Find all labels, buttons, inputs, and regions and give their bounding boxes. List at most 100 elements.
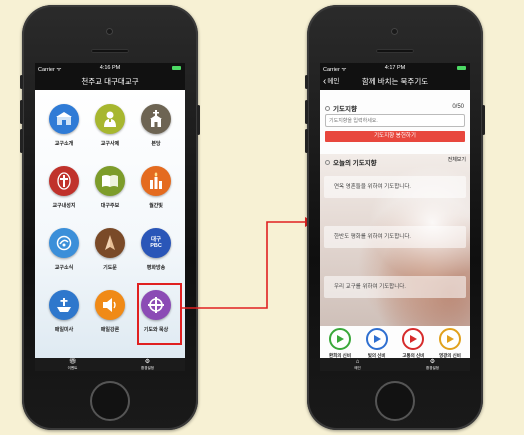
connector-arrow (182, 217, 314, 309)
app-header: ‹ 메인 함께 바치는 묵주기도 (320, 73, 470, 90)
menu-label: 본당 (151, 141, 161, 147)
sorrowful-mysteries-button[interactable]: 고통의 신비 (395, 328, 431, 359)
speaker-icon (95, 290, 125, 320)
menu-label: 교구사제 (100, 141, 120, 147)
menu-item-peace-broadcast[interactable]: 대구 PBC 평화방송 (133, 224, 179, 286)
broadcast-icon: 대구 PBC (141, 228, 171, 258)
broadcast-logo-text: 대구 PBC (150, 237, 162, 249)
gift-icon: 🎁︎ (68, 358, 77, 365)
today-title-text: 오늘의 기도지향 (333, 160, 377, 167)
right-screen: Carrier ᯤ 4:17 PM ‹ 메인 함께 바치는 묵주기도 기도지향 … (320, 63, 470, 371)
front-camera (106, 28, 113, 35)
tab-main[interactable]: ⌂ 메인 (320, 358, 395, 371)
menu-label: 평화방송 (146, 265, 166, 271)
back-button[interactable]: ‹ 메인 (323, 73, 339, 90)
battery-icon (457, 66, 466, 70)
menu-label: 매일강론 (100, 327, 120, 333)
volume-up-button (305, 100, 308, 124)
menu-label: 교구소개 (54, 141, 74, 147)
intention-item[interactable]: 우리 교구를 위하여 기도합니다. (324, 276, 466, 298)
power-button (482, 105, 485, 135)
menu-item-parish[interactable]: 본당 (133, 100, 179, 162)
volume-up-button (20, 100, 23, 124)
clock: 4:16 PM (99, 65, 121, 71)
menu-item-priests[interactable]: 교구사제 (87, 100, 133, 162)
highlight-box (137, 283, 182, 345)
status-bar: Carrier ᯤ 4:16 PM (35, 63, 185, 73)
menu-label: 월간빛 (149, 203, 163, 209)
priest-icon (95, 104, 125, 134)
mute-switch (20, 75, 23, 89)
menu-item-daily-mass[interactable]: 매일미사 (41, 286, 87, 348)
chevron-left-icon: ‹ (323, 76, 327, 87)
today-section-title: 오늘의 기도지향 (325, 157, 377, 167)
volume-down-button (305, 129, 308, 153)
tab-label: 이벤트 (67, 365, 78, 370)
mass-icon (49, 290, 79, 320)
app-title: 천주교 대구대교구 (81, 77, 139, 86)
home-icon: ⌂ (355, 358, 360, 365)
back-label: 메인 (327, 78, 340, 85)
menu-item-monthly-light[interactable]: 월간빛 (133, 162, 179, 224)
page-title: 함께 바치는 묵주기도 (361, 77, 429, 86)
menu-label: 교구내성지 (52, 203, 76, 209)
candles-icon (141, 166, 171, 196)
tab-bar: ⌂ 메인 ⚙ 환경설정 (320, 358, 470, 371)
cross-shrine-icon (49, 166, 79, 196)
menu-item-shrines[interactable]: 교구내성지 (41, 162, 87, 224)
glorious-mysteries-button[interactable]: 영광의 신비 (432, 328, 468, 359)
earpiece-speaker (376, 49, 414, 53)
play-icon (329, 328, 351, 350)
news-icon (49, 228, 79, 258)
mute-switch (305, 75, 308, 89)
volume-down-button (20, 129, 23, 153)
menu-label: 기도문 (103, 265, 117, 271)
menu-label: 교구소식 (54, 265, 74, 271)
menu-item-diocese-news[interactable]: 교구소식 (41, 224, 87, 286)
play-icon (365, 328, 388, 350)
intent-section-title: 기도지향 (325, 103, 357, 113)
chapel-icon (141, 104, 171, 134)
rosary-body: 기도지향 0/50 기도지향 봉헌하기 오늘의 기도지향 전체보기 연옥 영혼들… (320, 90, 470, 358)
menu-item-diocese-intro[interactable]: 교구소개 (41, 100, 87, 162)
offer-intent-button[interactable]: 기도지향 봉헌하기 (325, 131, 465, 142)
intent-input[interactable] (325, 114, 465, 127)
menu-label: 대구주보 (100, 203, 120, 209)
intent-title-text: 기도지향 (333, 106, 357, 113)
home-button[interactable] (90, 381, 130, 421)
church-building-icon (49, 104, 79, 134)
char-counter: 0/50 (452, 104, 464, 110)
battery-icon (172, 66, 181, 70)
tab-settings[interactable]: ⚙ 환경설정 (395, 358, 470, 371)
menu-item-weekly-bulletin[interactable]: 대구주보 (87, 162, 133, 224)
app-header: 천주교 대구대교구 (35, 73, 185, 90)
clock: 4:17 PM (384, 65, 406, 71)
tab-label: 환경설정 (426, 365, 439, 370)
praying-hands-icon (95, 228, 125, 258)
joyful-mysteries-button[interactable]: 환희의 신비 (322, 328, 358, 359)
tab-events[interactable]: 🎁︎ 이벤트 (35, 358, 110, 371)
luminous-mysteries-button[interactable]: 빛의 신비 (359, 328, 395, 359)
bullet-icon (325, 159, 330, 165)
menu-item-prayers[interactable]: 기도문 (87, 224, 133, 286)
book-icon (95, 166, 125, 196)
power-button (197, 105, 200, 135)
play-icon (402, 328, 425, 350)
tab-settings[interactable]: ⚙ 환경설정 (110, 358, 185, 371)
gear-icon: ⚙ (429, 358, 436, 365)
right-phone: Carrier ᯤ 4:17 PM ‹ 메인 함께 바치는 묵주기도 기도지향 … (305, 5, 485, 430)
earpiece-speaker (91, 49, 129, 53)
intention-item[interactable]: 연옥 영혼들을 위하여 기도합니다. (324, 176, 466, 198)
see-all-link[interactable]: 전체보기 (448, 156, 466, 163)
intention-item[interactable]: 한반도 평화를 위하여 기도합니다. (324, 226, 466, 248)
tab-bar: 🎁︎ 이벤트 ⚙ 환경설정 (35, 358, 185, 371)
menu-label: 매일미사 (54, 327, 74, 333)
bullet-icon (325, 105, 330, 111)
play-icon (438, 328, 461, 350)
home-button[interactable] (375, 381, 415, 421)
front-camera (391, 28, 398, 35)
gear-icon: ⚙ (144, 358, 151, 365)
mysteries-row: 환희의 신비 빛의 신비 고통의 신비 영광의 신비 (322, 328, 468, 359)
left-phone: Carrier ᯤ 4:16 PM 천주교 대구대교구 교구소개 교구사제 본당… (20, 5, 200, 430)
menu-item-daily-homily[interactable]: 매일강론 (87, 286, 133, 348)
